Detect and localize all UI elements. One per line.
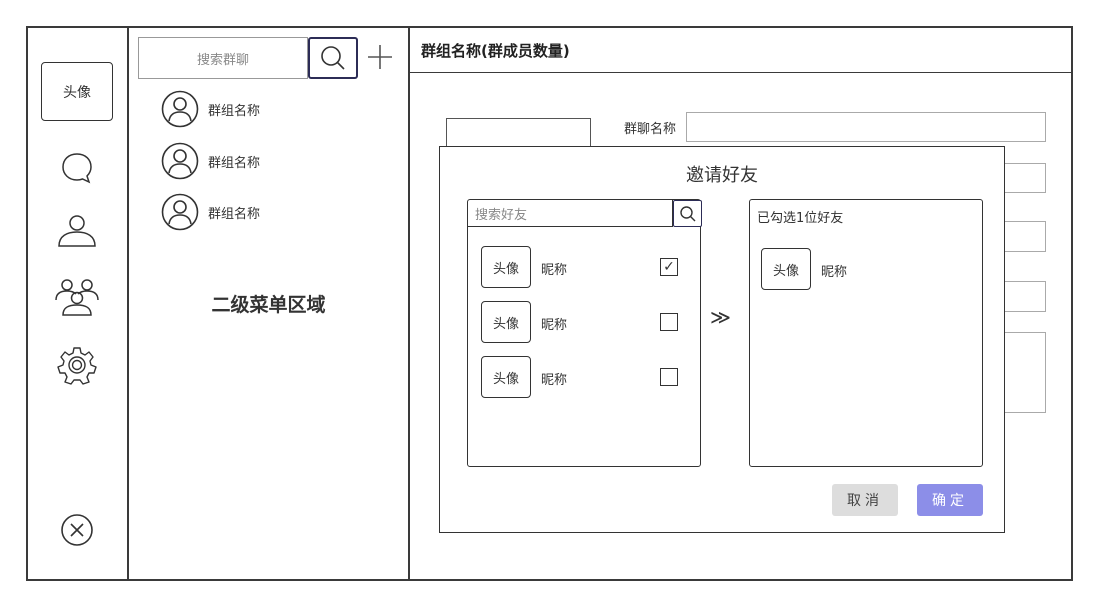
friend-search-input[interactable]: 搜索好友 <box>468 200 673 227</box>
invite-friends-dialog: 邀请好友 搜索好友 头像 昵称 ✓ 头像 昵称 头像 昵称 ≫ 已勾选1位好友 … <box>439 146 1005 533</box>
group-avatar-icon <box>161 193 199 231</box>
selected-friend-row: 头像 昵称 <box>761 248 911 290</box>
group-avatar-icon <box>161 142 199 180</box>
friend-list-panel: 搜索好友 头像 昵称 ✓ 头像 昵称 头像 昵称 <box>467 199 702 467</box>
group-name-field[interactable] <box>686 112 1046 142</box>
background-tab <box>446 118 591 148</box>
friend-nickname: 昵称 <box>541 263 568 278</box>
group-list-item[interactable]: 群组名称 <box>161 141 260 181</box>
confirm-button[interactable]: 确定 <box>917 484 983 516</box>
selected-friends-panel: 已勾选1位好友 头像 昵称 <box>749 199 983 467</box>
friend-avatar: 头像 <box>761 248 811 290</box>
friend-avatar: 头像 <box>481 246 531 288</box>
group-name-label: 群聊名称 <box>624 122 677 137</box>
app-window: 头像 搜索群聊 群组名称 群组名称 群组名称 二级菜单区域 群组名称(群成员数量… <box>26 26 1073 581</box>
secondary-menu: 搜索群聊 群组名称 群组名称 群组名称 二级菜单区域 <box>129 28 410 579</box>
friend-nickname: 昵称 <box>541 373 568 388</box>
friend-search-button[interactable] <box>673 200 702 227</box>
group-icon[interactable] <box>52 274 102 318</box>
search-icon <box>321 46 345 70</box>
contact-icon[interactable] <box>52 208 102 252</box>
selected-count-label: 已勾选1位好友 <box>757 211 844 226</box>
group-avatar-icon <box>161 90 199 128</box>
search-icon <box>679 205 695 221</box>
friend-checkbox[interactable] <box>660 368 678 386</box>
secondary-area-caption: 二级菜单区域 <box>211 294 326 316</box>
friend-checkbox[interactable]: ✓ <box>660 258 678 276</box>
friend-row[interactable]: 头像 昵称 ✓ <box>481 246 686 288</box>
dialog-title: 邀请好友 <box>686 165 758 186</box>
friend-nickname: 昵称 <box>541 318 568 333</box>
friend-row[interactable]: 头像 昵称 <box>481 356 686 398</box>
group-name: 群组名称 <box>208 103 261 119</box>
group-search-input[interactable]: 搜索群聊 <box>138 37 308 79</box>
close-circle-icon[interactable] <box>52 508 102 552</box>
group-name: 群组名称 <box>208 206 261 222</box>
chat-bubble-icon[interactable] <box>52 146 102 190</box>
user-avatar[interactable]: 头像 <box>41 62 113 121</box>
chat-header-title: 群组名称(群成员数量) <box>410 28 1071 73</box>
main-panel: 群组名称(群成员数量) 群聊名称 邀请好友 搜索好友 头像 昵称 ✓ 头像 昵称… <box>410 28 1071 579</box>
friend-row[interactable]: 头像 昵称 <box>481 301 686 343</box>
cancel-button[interactable]: 取消 <box>832 484 898 516</box>
transfer-arrow-icon[interactable]: ≫ <box>710 305 731 329</box>
group-list-item[interactable]: 群组名称 <box>161 192 260 232</box>
plus-icon <box>368 45 392 69</box>
friend-avatar: 头像 <box>481 301 531 343</box>
group-list-item[interactable]: 群组名称 <box>161 89 260 129</box>
friend-checkbox[interactable] <box>660 313 678 331</box>
friend-avatar: 头像 <box>481 356 531 398</box>
add-group-button[interactable] <box>365 42 395 72</box>
group-search-button[interactable] <box>308 37 358 79</box>
group-name: 群组名称 <box>208 155 261 171</box>
settings-gear-icon[interactable] <box>52 343 102 387</box>
icon-rail: 头像 <box>28 28 129 579</box>
friend-nickname: 昵称 <box>821 265 848 280</box>
